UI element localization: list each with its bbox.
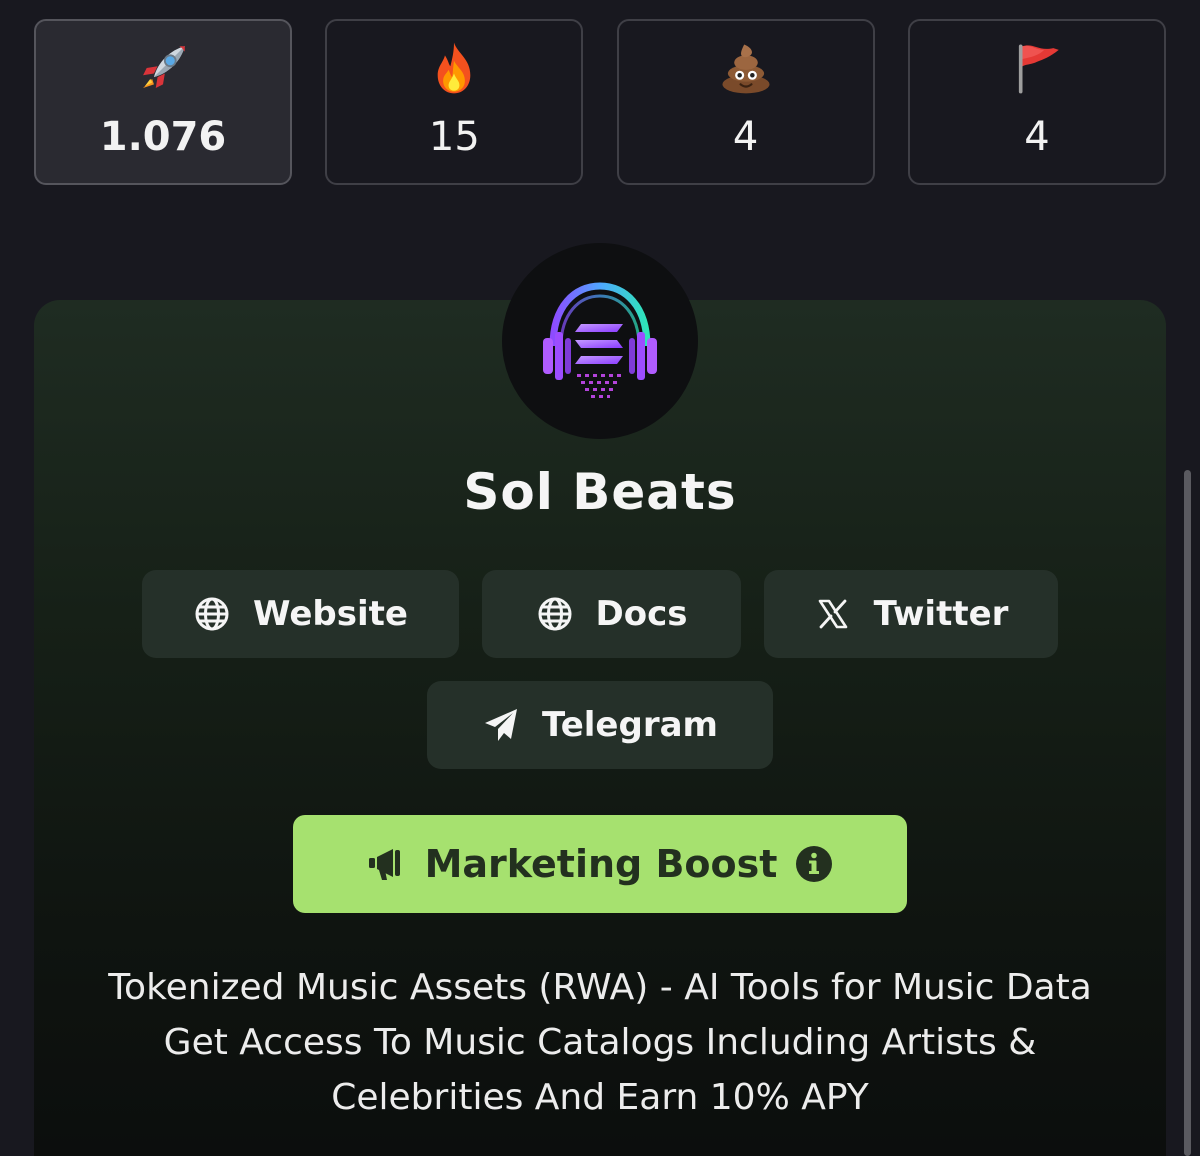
website-label: Website [253,594,408,634]
project-logo [502,243,698,439]
reaction-count: 4 [732,114,759,160]
twitter-label: Twitter [873,594,1009,634]
project-name: Sol Beats [463,463,737,521]
telegram-button[interactable]: Telegram [427,681,773,769]
reaction-red-flag[interactable]: 4 [907,19,1166,185]
headphones-solana-logo [543,282,657,398]
reaction-poop[interactable]: 4 [616,19,875,185]
twitter-button[interactable]: Twitter [764,570,1058,658]
megaphone-icon [367,846,407,882]
project-description: Tokenized Music Assets (RWA) - AI Tools … [108,967,1092,1118]
fire-icon [425,39,483,97]
token-page: 1.076 15 4 4 Sol Beats Website Docs Twit… [0,0,1200,1156]
docs-label: Docs [595,594,688,634]
rocket-icon [134,39,192,97]
globe-icon [193,595,231,633]
reaction-fire[interactable]: 15 [325,19,584,185]
page-scrollbar[interactable] [1184,470,1191,1156]
x-logo-icon [814,595,852,633]
telegram-icon [482,706,520,744]
reaction-count: 15 [428,114,480,160]
globe-icon [536,595,574,633]
marketing-boost-label: Marketing Boost [424,842,778,886]
red-flag-icon [1008,39,1066,97]
reaction-count: 1.076 [99,114,227,160]
reaction-count: 4 [1024,114,1050,160]
website-button[interactable]: Website [142,570,459,658]
reaction-bar: 1.076 15 4 4 [34,19,1166,185]
marketing-boost-button[interactable]: Marketing Boost [293,815,907,913]
reaction-rocket[interactable]: 1.076 [34,19,292,185]
poop-icon [717,39,775,97]
telegram-label: Telegram [542,705,718,745]
info-icon[interactable] [795,845,833,883]
docs-button[interactable]: Docs [482,570,741,658]
